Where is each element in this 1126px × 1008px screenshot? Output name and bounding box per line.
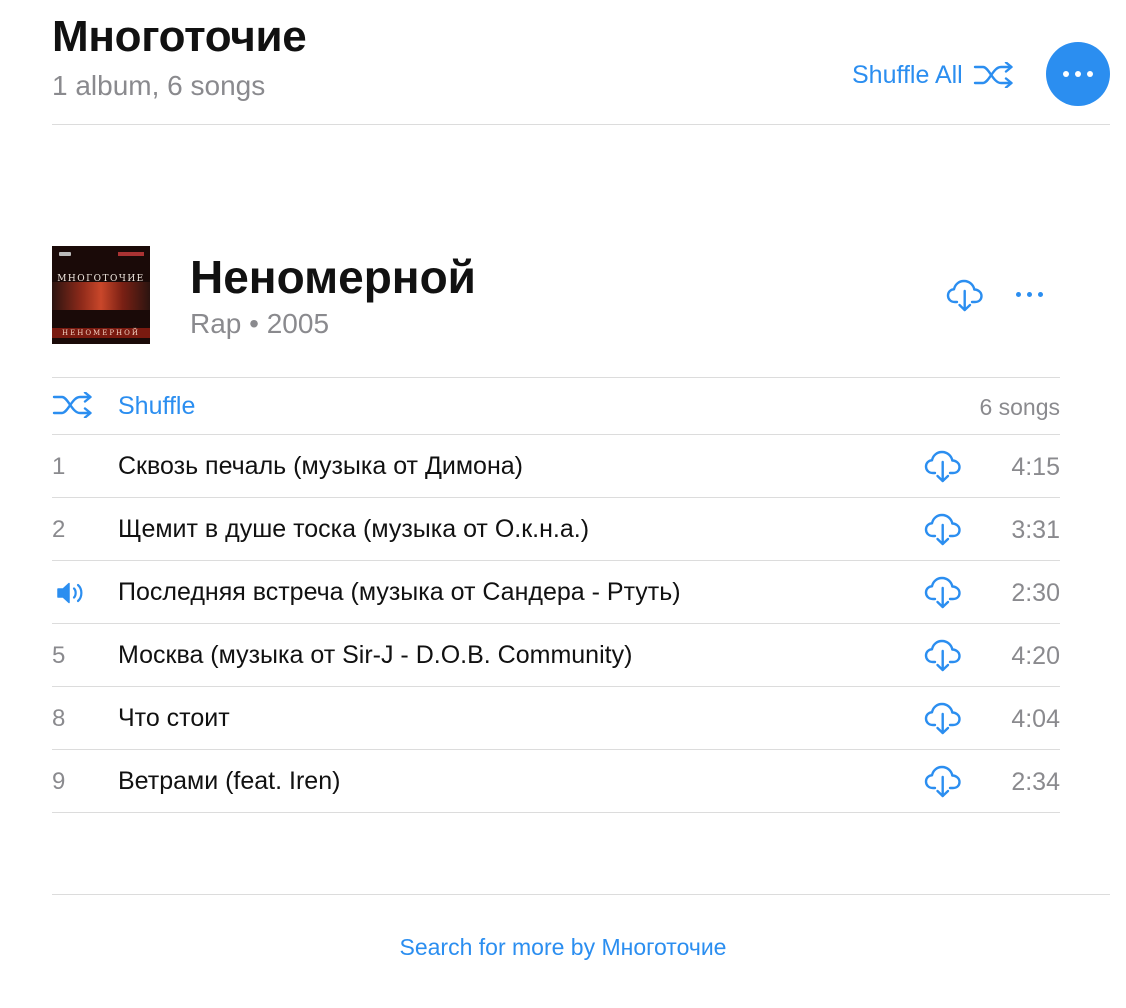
cloud-download-icon[interactable]: [924, 636, 962, 674]
cover-tag: [118, 252, 144, 256]
album-more-button[interactable]: [1010, 284, 1048, 304]
cloud-download-icon[interactable]: [924, 447, 962, 485]
track-number: 8: [52, 705, 66, 732]
track-title: Сквозь печаль (музыка от Димона): [118, 452, 523, 480]
shuffle-icon: [973, 62, 1013, 88]
speaker-icon: [57, 582, 83, 604]
shuffle-all-label: Shuffle All: [852, 60, 963, 89]
search-more-link[interactable]: Search for more by Многоточие: [0, 934, 1126, 961]
track-row[interactable]: 1 Сквозь печаль (музыка от Димона) 4:15: [52, 435, 1060, 498]
track-number: 9: [52, 768, 66, 795]
shuffle-icon: [52, 392, 92, 418]
track-duration: 2:30: [1011, 579, 1060, 607]
track-row[interactable]: 8 Что стоит 4:04: [52, 687, 1060, 750]
cover-album-text: НЕНОМЕРНОЙ: [62, 329, 140, 337]
track-duration: 2:34: [1011, 768, 1060, 796]
track-title: Что стоит: [118, 704, 230, 732]
shuffle-label: Shuffle: [118, 392, 196, 420]
track-number: 5: [52, 642, 66, 669]
cloud-download-icon[interactable]: [924, 573, 962, 611]
track-row[interactable]: Последняя встреча (музыка от Сандера - Р…: [52, 561, 1060, 624]
artist-title: Многоточие: [52, 12, 307, 61]
track-duration: 4:04: [1011, 705, 1060, 733]
more-icon: [1063, 71, 1069, 77]
header-divider: [52, 124, 1110, 125]
album-download-icon[interactable]: [946, 276, 984, 314]
track-list: 1 Сквозь печаль (музыка от Димона) 4:15 2 Ще…: [52, 435, 1060, 813]
track-title: Щемит в душе тоска (музыка от О.к.н.а.): [118, 515, 590, 543]
footer-divider: [52, 894, 1110, 895]
cover-artist-text: МНОГОТОЧИЕ: [57, 274, 145, 284]
more-options-button[interactable]: [1046, 42, 1110, 106]
track-duration: 4:20: [1011, 642, 1060, 670]
song-count: 6 songs: [979, 394, 1060, 420]
track-row[interactable]: 9 Ветрами (feat. Iren) 2:34: [52, 750, 1060, 813]
track-row[interactable]: 5 Москва (музыка от Sir-J - D.O.B. Commun…: [52, 624, 1060, 687]
track-duration: 3:31: [1011, 516, 1060, 544]
cloud-download-icon[interactable]: [924, 510, 962, 548]
cover-logo: [59, 252, 71, 256]
track-number: 2: [52, 516, 66, 543]
cloud-download-icon[interactable]: [924, 699, 962, 737]
cover-band: [52, 282, 150, 310]
track-row[interactable]: 2 Щемит в душе тоска (музыка от О.к.н.а.)…: [52, 498, 1060, 561]
album-title: Неномерной: [190, 251, 476, 303]
album-shuffle-button[interactable]: Shuffle 6 songs: [52, 378, 1060, 434]
album-cover[interactable]: МНОГОТОЧИЕ НЕНОМЕРНОЙ: [52, 246, 150, 344]
track-number: 1: [52, 453, 66, 480]
more-icon: [1015, 291, 1021, 297]
track-title: Ветрами (feat. Iren): [118, 767, 341, 795]
shuffle-all-button[interactable]: Shuffle All: [852, 58, 1015, 92]
artist-summary: 1 album, 6 songs: [52, 70, 266, 101]
track-title: Москва (музыка от Sir-J - D.O.B. Communi…: [118, 641, 633, 669]
track-duration: 4:15: [1011, 453, 1060, 481]
track-title: Последняя встреча (музыка от Сандера - Р…: [118, 578, 681, 606]
cloud-download-icon[interactable]: [924, 762, 962, 800]
album-genre-year: Rap • 2005: [190, 308, 330, 339]
